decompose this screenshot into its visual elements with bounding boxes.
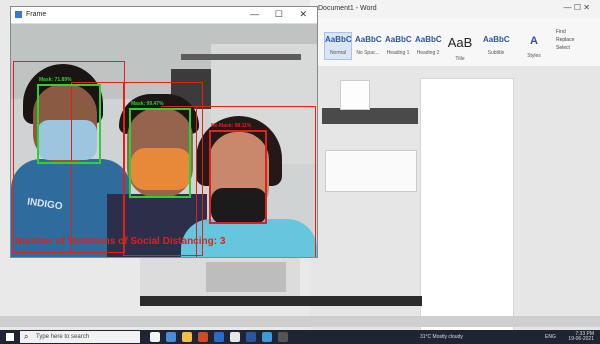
replace-button[interactable]: Replace	[556, 36, 574, 44]
python-icon[interactable]	[262, 332, 272, 342]
style-heading-1[interactable]: AaBbC Heading 1	[384, 32, 412, 60]
style-preview: AaBbC	[325, 35, 352, 44]
frame-titlebar: Frame — ☐ ✕	[11, 7, 317, 24]
weather-widget[interactable]: 31°C Mostly cloudy	[420, 334, 463, 340]
style-label: Heading 1	[386, 50, 410, 56]
editing-group: Find Replace Select	[556, 28, 574, 52]
style-no-spacing[interactable]: AaBbC No Spac...	[354, 32, 382, 60]
word-window-controls[interactable]: — ☐ ✕	[564, 3, 590, 12]
app-icon[interactable]	[278, 332, 288, 342]
nested-taskbar-strip	[0, 316, 600, 327]
office-icon[interactable]	[198, 332, 208, 342]
style-label: Normal	[329, 50, 347, 56]
distance-line	[161, 106, 311, 107]
styles-pane-label: Styles	[527, 53, 541, 59]
mask-box-1	[37, 84, 101, 164]
edge-icon[interactable]	[166, 332, 176, 342]
clock[interactable]: 7:33 PM 19-06-2021	[568, 332, 594, 342]
word-titlebar: Document1 - Word — ☐ ✕	[310, 0, 600, 18]
style-heading-2[interactable]: AaBbC Heading 2	[414, 32, 442, 60]
frame-window: Frame — ☐ ✕ INDIGO Mask: 71.89% Mask: 99…	[10, 6, 318, 258]
style-label: Heading 2	[416, 50, 440, 56]
chrome-icon[interactable]	[230, 332, 240, 342]
taskbar: ⌕ Type here to search 31°C Mostly cloudy…	[0, 330, 600, 344]
style-label: No Spac...	[356, 50, 380, 56]
distance-line	[71, 82, 191, 83]
clock-date: 19-06-2021	[568, 336, 594, 342]
document-page[interactable]	[420, 78, 514, 332]
nested-screenshot-page	[325, 150, 417, 192]
mask-label-1: Mask: 71.89%	[39, 77, 72, 83]
styles-pane-button[interactable]: A Styles	[522, 32, 546, 60]
frame-title: Frame	[26, 11, 47, 18]
style-label: Subtitle	[487, 50, 505, 56]
language-indicator[interactable]: ENG	[545, 334, 556, 340]
word-icon[interactable]	[246, 332, 256, 342]
minimize-icon[interactable]: —	[250, 9, 259, 19]
style-preview: AaB	[447, 35, 473, 50]
nested-screenshot-page	[340, 80, 370, 110]
no-mask-box	[209, 130, 267, 224]
violations-counter: Number of Violations of Social Distancin…	[15, 236, 226, 247]
file-explorer-icon[interactable]	[182, 332, 192, 342]
style-title[interactable]: AaB Title	[446, 32, 474, 62]
search-icon: ⌕	[24, 332, 29, 341]
video-feed: INDIGO Mask: 71.89% Mask: 99.47% No Mask…	[11, 24, 317, 257]
store-icon[interactable]	[214, 332, 224, 342]
styles-icon: A	[530, 35, 538, 47]
app-icon	[15, 11, 22, 18]
style-normal[interactable]: AaBbC Normal	[324, 32, 352, 60]
nested-screenshot-taskbar	[140, 296, 422, 306]
nested-screenshot-window	[206, 262, 286, 292]
word-title: Document1 - Word	[318, 5, 377, 12]
no-mask-label: No Mask: 98.11%	[211, 123, 252, 129]
style-label: Title	[455, 56, 465, 62]
background-shelf	[181, 54, 301, 60]
nested-screenshot-bar	[322, 108, 418, 124]
mask-box-2	[129, 108, 191, 198]
search-placeholder: Type here to search	[36, 334, 90, 340]
close-icon[interactable]: ✕	[299, 9, 307, 20]
word-ribbon: AaBbC Normal AaBbC No Spac... AaBbC Head…	[310, 18, 600, 67]
find-button[interactable]: Find	[556, 28, 574, 36]
windows-start-icon[interactable]	[6, 333, 14, 341]
style-preview: AaBbC	[483, 35, 510, 44]
maximize-icon[interactable]: ☐	[275, 9, 283, 20]
mask-label-2: Mask: 99.47%	[131, 101, 164, 107]
style-subtitle[interactable]: AaBbC Subtitle	[482, 32, 510, 60]
style-preview: AaBbC	[355, 35, 382, 44]
taskbar-search-box[interactable]: ⌕ Type here to search	[20, 331, 140, 343]
style-preview: AaBbC	[385, 35, 412, 44]
select-button[interactable]: Select	[556, 44, 574, 52]
task-view-icon[interactable]	[150, 332, 160, 342]
style-preview: AaBbC	[415, 35, 442, 44]
